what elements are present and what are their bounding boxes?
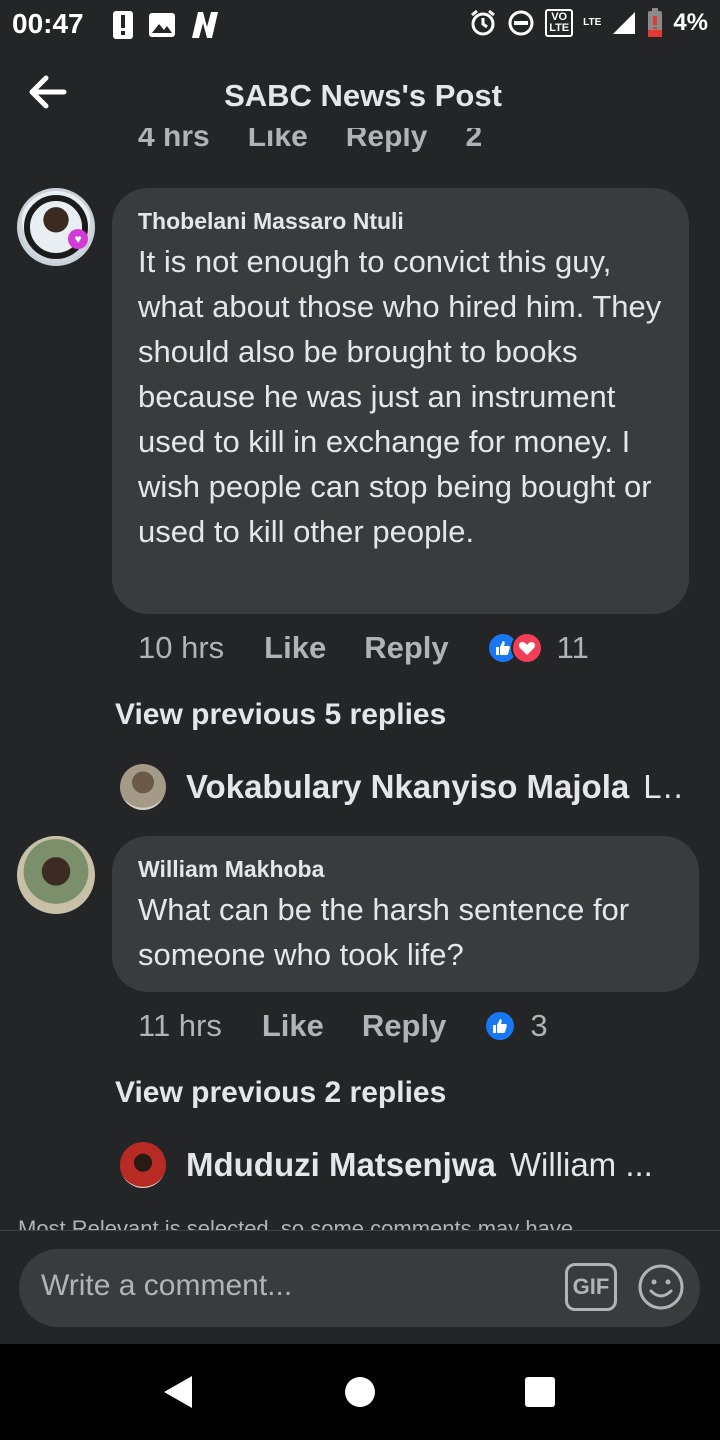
dnd-icon [508,10,534,36]
view-previous-replies[interactable]: View previous 2 replies [115,1076,446,1110]
reaction-count: 3 [530,1008,548,1043]
nav-back-icon[interactable] [162,1374,194,1410]
latest-reply[interactable]: Mduduzi Matsenjwa William ... [120,1142,680,1188]
comment-author[interactable]: Thobelani Massaro Ntuli [138,208,663,235]
volte-icon: VO LTE [545,9,574,37]
comment-input[interactable]: Write a comment... [41,1269,541,1303]
nav-recents-icon[interactable] [525,1377,555,1407]
view-previous-replies[interactable]: View previous 5 replies [115,698,446,732]
page-title: SABC News's Post [224,78,502,113]
reactions[interactable] [484,1010,517,1042]
comment-text: It is not enough to convict this guy, wh… [138,244,662,549]
comment-time: 11 hrs [138,1008,222,1043]
reply-button[interactable]: Reply [362,1008,446,1044]
composer-box[interactable]: Write a comment... GIF [19,1249,700,1327]
gif-icon[interactable]: GIF [565,1263,617,1311]
avatar[interactable] [120,1142,166,1188]
battery-percent: 4% [673,9,708,36]
comment-bubble[interactable]: William Makhoba What can be the harsh se… [112,836,699,992]
reply-button[interactable]: Reply [346,128,428,154]
avatar[interactable] [17,836,95,914]
battery-low-icon [648,8,663,37]
reply-author[interactable]: Mduduzi Matsenjwa [186,1146,496,1184]
comment-composer: Write a comment... GIF [0,1230,720,1344]
netflix-icon [192,12,218,38]
like-reaction-icon [484,1010,517,1042]
reply-button[interactable]: Reply [364,630,448,666]
comment-author[interactable]: William Makhoba [138,856,673,883]
latest-reply[interactable]: Vokabulary Nkanyiso Majola L... [120,764,680,810]
comment-time: 4 hrs [138,128,210,153]
alert-icon [113,11,133,39]
app-header: SABC News's Post [0,52,720,140]
status-time: 00:47 [12,8,84,39]
reaction-count: 11 [556,630,589,665]
reply-preview: William ... [509,1146,653,1183]
comment-bubble[interactable]: Thobelani Massaro Ntuli It is not enough… [112,188,689,614]
like-button[interactable]: Like [264,630,326,666]
comment-actions: 11 hrs Like Reply 3 [138,1008,548,1044]
status-right: VO LTE LTE 4% [469,8,708,38]
avatar[interactable] [120,764,166,810]
emoji-icon[interactable] [637,1263,685,1311]
notification-icons [112,10,220,40]
status-bar: 00:47 VO LTE LTE 4% [0,0,720,52]
nav-home-icon[interactable] [345,1377,375,1407]
avatar[interactable]: ♥ [17,188,95,266]
reply-author[interactable]: Vokabulary Nkanyiso Majola [186,768,629,806]
relevance-notice: Most Relevant is selected, so some comme… [18,1216,574,1230]
comment-text: What can be the harsh sentence for someo… [138,892,630,972]
alarm-icon [471,9,496,36]
reactions[interactable] [486,632,543,664]
profile-frame [24,195,88,259]
like-button[interactable]: Like [262,1008,324,1044]
previous-comment-meta: 4 hrs Like Reply 2 [138,128,482,154]
comment-actions: 10 hrs Like Reply 11 [138,630,589,666]
like-button[interactable]: Like [248,128,308,154]
heart-badge-icon: ♥ [68,229,88,249]
comment-feed[interactable]: 4 hrs Like Reply 2 ♥ Thobelani Massaro N… [0,128,720,1230]
reply-preview: L... [643,768,680,805]
image-icon [149,13,175,37]
network-type: LTE [583,17,602,28]
love-reaction-icon [510,632,543,664]
signal-icon [613,12,636,34]
comment-time: 10 hrs [138,630,225,665]
reaction-count: 2 [465,128,483,153]
system-nav-bar [0,1344,720,1440]
